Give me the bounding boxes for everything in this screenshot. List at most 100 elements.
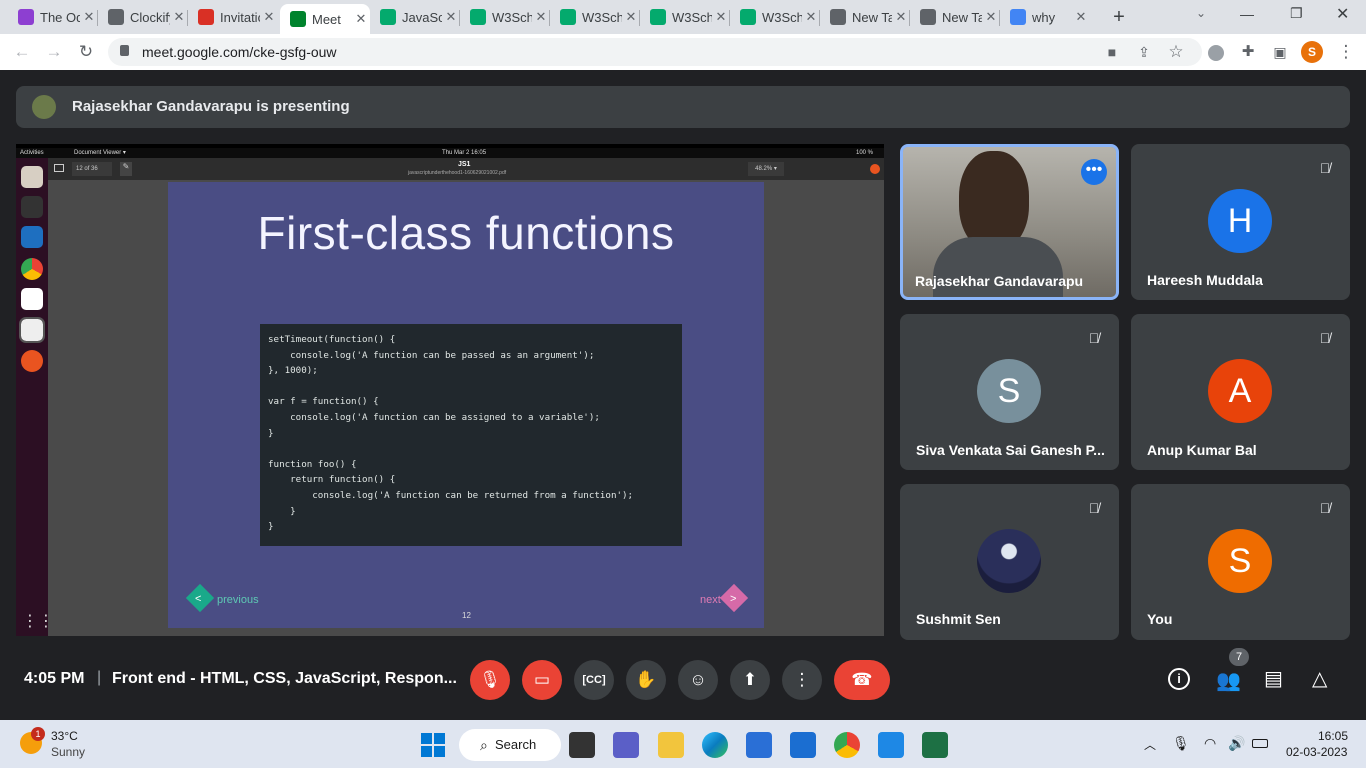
extension-icon-g[interactable]: [1208, 45, 1224, 61]
presenting-text: Rajasekhar Gandavarapu is presenting: [72, 98, 350, 115]
profile-avatar[interactable]: S: [1301, 41, 1323, 63]
browser-tab[interactable]: W3Schools✕: [730, 4, 820, 30]
browser-tab[interactable]: New Tab✕: [910, 4, 1000, 30]
side-panel-icon[interactable]: ▣: [1270, 42, 1290, 62]
start-button[interactable]: [421, 733, 445, 757]
taskbar-date[interactable]: 02-03-2023: [1286, 745, 1347, 759]
edge-icon[interactable]: [702, 732, 728, 758]
camera-icon[interactable]: ■: [1102, 42, 1122, 62]
browser-tab[interactable]: why ✕: [1000, 4, 1090, 30]
teams-chat-icon[interactable]: [613, 732, 639, 758]
search-label: Search: [495, 737, 537, 752]
participant-tile-siva[interactable]: 🎙̸ S Siva Venkata Sai Ganesh P...: [900, 314, 1119, 470]
close-tab-icon[interactable]: ✕: [170, 9, 188, 25]
restore-button[interactable]: ❐: [1290, 5, 1303, 22]
show-hidden-icons[interactable]: ︿: [1144, 736, 1156, 753]
people-icon[interactable]: 👥: [1216, 668, 1241, 693]
tab-search-icon[interactable]: ⌄: [1196, 6, 1206, 20]
close-tab-icon[interactable]: ✕: [802, 9, 820, 25]
code-line: }, 1000);: [268, 365, 318, 377]
meet-icon: [290, 11, 306, 27]
zoom-level: 48.2% ▾: [748, 162, 784, 176]
browser-tab[interactable]: JavaScript✕: [370, 4, 460, 30]
participant-tile-hareesh[interactable]: 🎙̸ H Hareesh Muddala: [1131, 144, 1350, 300]
browser-tab[interactable]: Clockify✕: [98, 4, 188, 30]
activities-label: Activities: [20, 150, 44, 156]
close-window-button[interactable]: ✕: [1336, 4, 1349, 24]
code-line: }: [268, 521, 274, 533]
bookmark-star-icon[interactable]: ☆: [1166, 42, 1186, 62]
reload-icon[interactable]: ↻: [76, 42, 96, 62]
file-explorer-icon[interactable]: [658, 732, 684, 758]
google-icon: [1010, 9, 1026, 25]
tab-title: Meet: [312, 11, 341, 27]
more-options-button[interactable]: ⋮: [782, 660, 822, 700]
close-tab-icon[interactable]: ✕: [352, 11, 370, 27]
leave-call-button[interactable]: ☎: [834, 660, 890, 700]
browser-tab[interactable]: W3Schools✕: [460, 4, 550, 30]
forward-icon[interactable]: →: [44, 42, 64, 62]
tab-title: Clockify: [130, 9, 170, 25]
astronaut-avatar-image: [977, 529, 1041, 593]
battery-icon[interactable]: [1252, 739, 1268, 748]
prev-arrow-glyph: <: [195, 593, 202, 605]
close-tab-icon[interactable]: ✕: [260, 9, 278, 25]
browser-tab[interactable]: New Tab✕: [820, 4, 910, 30]
present-screen-button[interactable]: ⬆: [730, 660, 770, 700]
close-tab-icon[interactable]: ✕: [1072, 9, 1090, 25]
participants-count-badge: 7: [1229, 648, 1249, 666]
close-tab-icon[interactable]: ✕: [622, 9, 640, 25]
close-tab-icon[interactable]: ✕: [712, 9, 730, 25]
url-field[interactable]: meet.google.com/cke-gsfg-ouw: [108, 38, 1202, 66]
close-tab-icon[interactable]: ✕: [80, 9, 98, 25]
participant-tile-you[interactable]: 🎙̸ S You: [1131, 484, 1350, 640]
reactions-button[interactable]: ☺: [678, 660, 718, 700]
ubuntu-top-bar: Activities Document Viewer ▾ Thu Mar 2 1…: [16, 148, 884, 158]
task-view-icon[interactable]: [569, 732, 595, 758]
close-tab-icon[interactable]: ✕: [892, 9, 910, 25]
participant-name: Rajasekhar Gandavarapu: [915, 273, 1084, 289]
tile-options-icon[interactable]: •••: [1081, 159, 1107, 185]
vscode-icon: [21, 226, 43, 248]
code-line: var f = function() {: [268, 396, 379, 408]
volume-icon[interactable]: 🔊: [1228, 735, 1245, 752]
taskbar-search[interactable]: Search: [459, 729, 561, 761]
browser-menu-icon[interactable]: ⋮: [1336, 42, 1356, 62]
doc-filename: javascriptunderthehood1-160629021002.pdf: [408, 170, 507, 176]
extensions-puzzle-icon[interactable]: ✚: [1238, 42, 1258, 62]
chrome-taskbar-icon[interactable]: [834, 732, 860, 758]
participant-tile-anup[interactable]: 🎙̸ A Anup Kumar Bal: [1131, 314, 1350, 470]
microphone-tray-icon[interactable]: 🎙: [1172, 735, 1190, 752]
new-tab-button[interactable]: +: [1108, 6, 1130, 28]
activities-icon[interactable]: △: [1312, 666, 1327, 691]
tab-title: W3Schools: [492, 9, 532, 25]
participant-tile-sushmit[interactable]: 🎙̸ Sushmit Sen: [900, 484, 1119, 640]
mic-off-button[interactable]: 🎙: [470, 660, 510, 700]
minimize-button[interactable]: —: [1240, 6, 1254, 22]
captions-button[interactable]: [CC]: [574, 660, 614, 700]
chrome-icon: [920, 9, 936, 25]
vscode-taskbar-icon[interactable]: [878, 732, 904, 758]
browser-tab[interactable]: The Odin✕: [8, 4, 98, 30]
back-icon[interactable]: ←: [12, 42, 32, 62]
store-icon[interactable]: [746, 732, 772, 758]
browser-tab[interactable]: W3Schools✕: [640, 4, 730, 30]
meeting-info-icon[interactable]: i: [1168, 668, 1190, 690]
close-tab-icon[interactable]: ✕: [442, 9, 460, 25]
mail-icon[interactable]: [790, 732, 816, 758]
camera-off-button[interactable]: ▭: [522, 660, 562, 700]
share-icon[interactable]: ⇪: [1134, 42, 1154, 62]
browser-tab[interactable]: W3Schools✕: [550, 4, 640, 30]
search-icon: ⌕: [480, 737, 488, 753]
excel-icon[interactable]: [922, 732, 948, 758]
lock-icon[interactable]: [120, 45, 129, 56]
participant-tile-rajasekhar[interactable]: ••• Rajasekhar Gandavarapu: [900, 144, 1119, 300]
close-tab-icon[interactable]: ✕: [982, 9, 1000, 25]
raise-hand-button[interactable]: ✋: [626, 660, 666, 700]
browser-tab[interactable]: Invitation✕: [188, 4, 278, 30]
browser-tab[interactable]: Meet ✕: [280, 4, 370, 34]
wifi-icon[interactable]: ◠: [1204, 735, 1216, 752]
close-tab-icon[interactable]: ✕: [532, 9, 550, 25]
chat-icon[interactable]: ▤: [1264, 666, 1283, 691]
taskbar-time[interactable]: 16:05: [1318, 729, 1348, 743]
